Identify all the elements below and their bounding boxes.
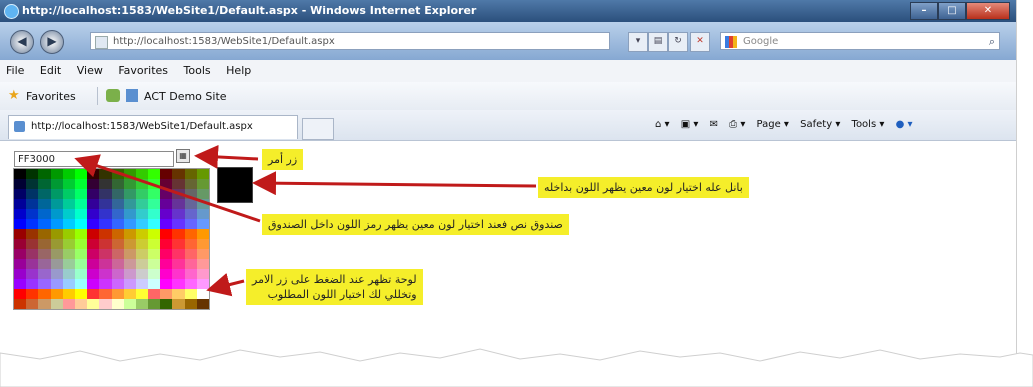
annotation-arrows (74, 144, 537, 297)
window-title: http://localhost:1583/WebSite1/Default.a… (22, 4, 477, 17)
browser-window: http://localhost:1583/WebSite1/Default.a… (0, 0, 1017, 360)
suggested-sites-icon[interactable] (106, 89, 120, 102)
arrow-to-sample (252, 171, 537, 196)
search-icon[interactable]: ⌕ (989, 33, 995, 51)
refresh-icon[interactable]: ↻ (668, 32, 688, 52)
menu-tools[interactable]: Tools (178, 60, 217, 77)
print-icon[interactable]: ⎙ ▾ (729, 119, 745, 130)
favorites-star-icon[interactable]: ★ (8, 88, 20, 103)
back-button[interactable]: ◀ (10, 30, 34, 54)
menu-bar: File Edit View Favorites Tools Help (0, 60, 1016, 83)
command-bar: ⌂ ▾ ▣ ▾ ✉ ⎙ ▾ Page ▾ Safety ▾ Tools ▾ ● … (655, 119, 921, 130)
divider (97, 87, 98, 105)
tab-current[interactable]: http://localhost:1583/WebSite1/Default.a… (8, 115, 298, 139)
favorites-bar: ★ Favorites ACT Demo Site (0, 82, 1016, 111)
feeds-icon[interactable]: ▣ ▾ (681, 119, 699, 130)
menu-edit[interactable]: Edit (34, 60, 67, 77)
web-slice-icon[interactable] (126, 89, 138, 102)
favorites-button[interactable]: Favorites (26, 90, 76, 103)
arrow-to-button (194, 144, 259, 169)
favorite-link-act-demo[interactable]: ACT Demo Site (144, 90, 227, 103)
menu-help[interactable]: Help (220, 60, 257, 77)
page-icon (14, 121, 25, 132)
tab-title: http://localhost:1583/WebSite1/Default.a… (31, 121, 253, 132)
google-icon (725, 36, 737, 48)
stop-icon[interactable]: ✕ (690, 32, 710, 52)
compatibility-icon[interactable]: ▤ (648, 32, 668, 52)
maximize-button[interactable]: □ (938, 2, 966, 20)
help-icon[interactable]: ● ▾ (896, 119, 913, 130)
tools-menu[interactable]: Tools ▾ (852, 119, 885, 130)
search-input[interactable]: Google ⌕ (720, 32, 1000, 50)
dropdown-arrow-icon[interactable]: ▾ (628, 32, 648, 52)
safety-menu[interactable]: Safety ▾ (800, 119, 840, 130)
address-bar[interactable]: http://localhost:1583/WebSite1/Default.a… (90, 32, 610, 50)
page-content: FF3000 ▦ زر أمر بانل عله اختيار لون معين… (0, 141, 1016, 360)
address-row: ◀ ▶ http://localhost:1583/WebSite1/Defau… (0, 22, 1016, 60)
arrow-to-textbox (74, 154, 261, 223)
arrow-to-palette (206, 272, 245, 297)
tab-bar: http://localhost:1583/WebSite1/Default.a… (0, 110, 1016, 141)
home-icon[interactable]: ⌂ ▾ (655, 119, 670, 130)
internet-explorer-icon (4, 4, 19, 19)
read-mail-icon[interactable]: ✉ (710, 119, 718, 130)
address-text: http://localhost:1583/WebSite1/Default.a… (113, 36, 335, 47)
page-menu[interactable]: Page ▾ (757, 119, 789, 130)
minimize-button[interactable]: – (910, 2, 938, 20)
page-icon (95, 36, 108, 49)
search-placeholder: Google (743, 36, 779, 47)
menu-favorites[interactable]: Favorites (112, 60, 174, 77)
menu-file[interactable]: File (0, 60, 30, 77)
window-controls: – □ ✕ (910, 2, 1010, 20)
torn-edge (0, 348, 1033, 387)
forward-button[interactable]: ▶ (40, 30, 64, 54)
title-bar: http://localhost:1583/WebSite1/Default.a… (0, 0, 1016, 22)
close-button[interactable]: ✕ (966, 2, 1010, 20)
menu-view[interactable]: View (71, 60, 109, 77)
new-tab-button[interactable] (302, 118, 334, 140)
